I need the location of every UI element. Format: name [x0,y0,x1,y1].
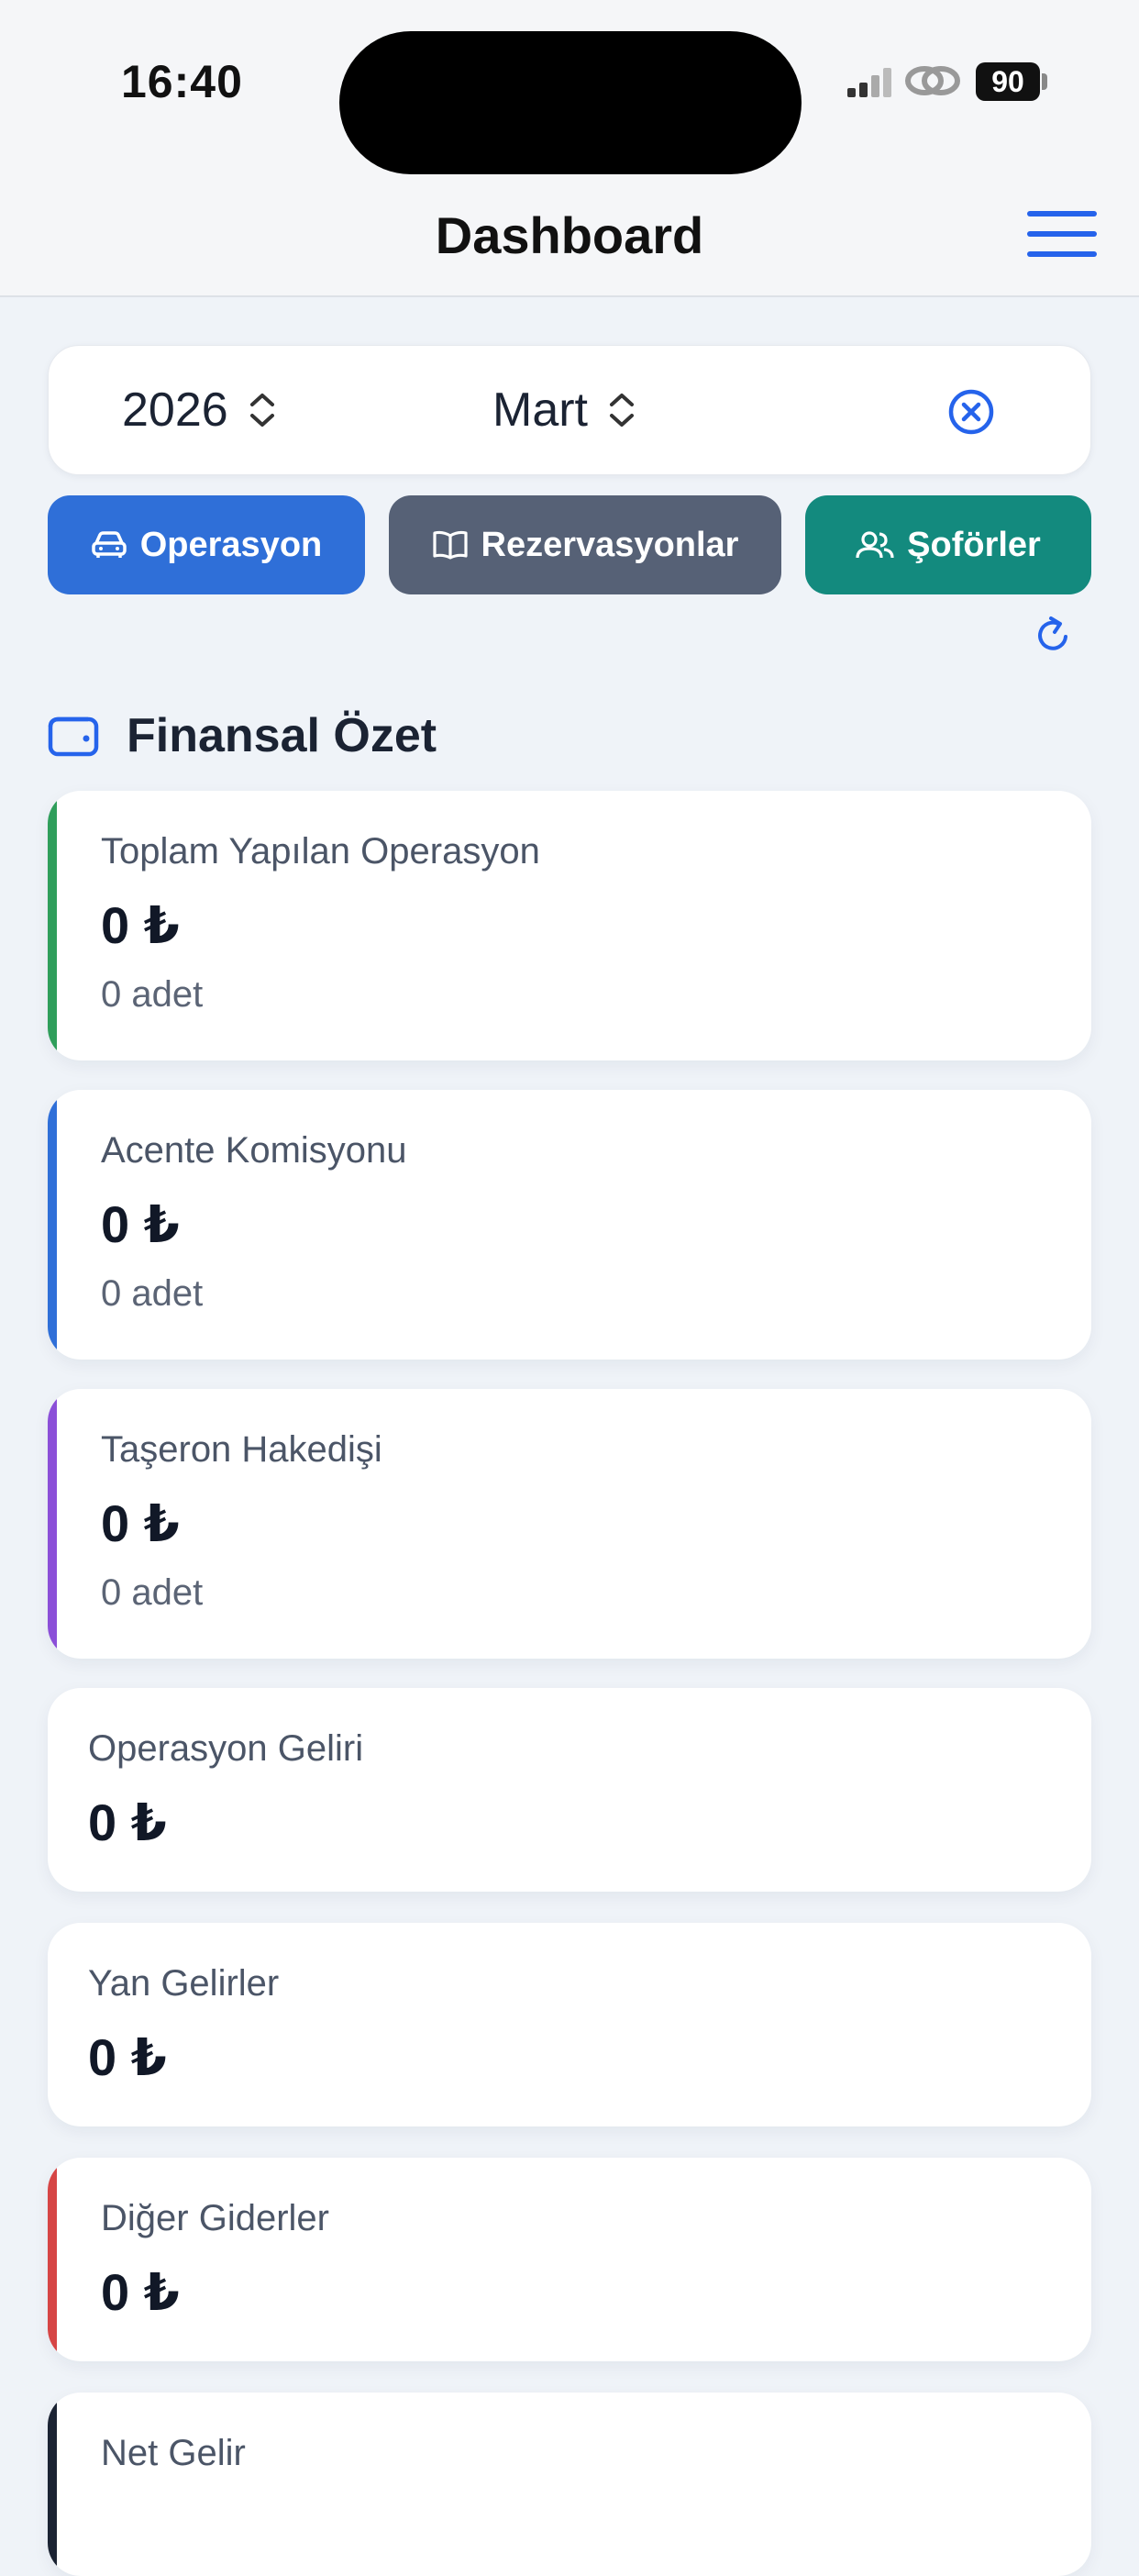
month-select[interactable]: Mart [492,383,637,438]
car-icon [91,531,127,558]
card-label: Acente Komisyonu [101,1130,407,1171]
card-label: Toplam Yapılan Operasyon [101,831,540,872]
battery-indicator: 90 [976,62,1040,101]
summary-card-net-income[interactable]: Net Gelir [48,2393,1091,2576]
book-icon [432,530,468,560]
chevron-up-down-icon [249,394,274,427]
card-label: Net Gelir [101,2433,246,2473]
operasyon-label: Operasyon [139,525,323,564]
month-value: Mart [492,383,588,437]
status-time: 16:40 [121,56,243,107]
summary-card-total-operations[interactable]: Toplam Yapılan Operasyon 0 ₺ 0 adet [48,791,1091,1060]
soforler-label: Şoförler [907,525,1041,564]
summary-card-agency-commission[interactable]: Acente Komisyonu 0 ₺ 0 adet [48,1090,1091,1360]
summary-card-other-expenses[interactable]: Diğer Giderler 0 ₺ [48,2158,1091,2361]
soforler-button[interactable]: Şoförler [805,495,1091,594]
card-amount: 0 ₺ [88,2028,167,2086]
hotspot-icon [905,66,960,95]
card-label: Diğer Giderler [101,2198,329,2238]
refresh-icon[interactable] [1031,613,1075,657]
card-amount: 0 ₺ [101,1195,180,1253]
year-value: 2026 [122,383,228,437]
summary-card-subcontractor-payment[interactable]: Taşeron Hakedişi 0 ₺ 0 adet [48,1389,1091,1659]
card-amount: 0 ₺ [101,1494,180,1552]
navigation-bar: Dashboard [0,183,1139,297]
rezervasyonlar-button[interactable]: Rezervasyonlar [389,495,781,594]
status-bar: 16:40 90 [0,0,1139,183]
summary-card-side-income[interactable]: Yan Gelirler 0 ₺ [48,1923,1091,2126]
card-count: 0 adet [101,974,204,1015]
summary-card-operation-income[interactable]: Operasyon Geliri 0 ₺ [48,1688,1091,1892]
dynamic-island [339,31,802,174]
hamburger-menu-icon[interactable] [1027,211,1097,257]
page-title: Dashboard [435,206,704,264]
year-select[interactable]: 2026 [122,383,278,438]
card-label: Operasyon Geliri [88,1728,364,1769]
users-icon [856,531,894,559]
financial-summary-header: Finansal Özet [48,706,437,765]
section-title: Finansal Özet [127,709,437,762]
card-amount: 0 ₺ [101,2263,180,2321]
signal-icon [847,68,891,97]
clear-filter-icon[interactable] [945,386,997,438]
battery-tip [1042,73,1047,90]
card-count: 0 adet [101,1572,204,1613]
card-label: Yan Gelirler [88,1963,280,2004]
rezervasyonlar-label: Rezervasyonlar [481,525,739,564]
card-amount: 0 ₺ [101,896,180,954]
card-count: 0 adet [101,1273,204,1314]
wallet-icon [48,716,99,757]
card-label: Taşeron Hakedişi [101,1429,382,1470]
period-selector: 2026 Mart [48,345,1091,475]
card-amount: 0 ₺ [88,1793,167,1851]
operasyon-button[interactable]: Operasyon [48,495,365,594]
chevron-up-down-icon [610,394,634,427]
